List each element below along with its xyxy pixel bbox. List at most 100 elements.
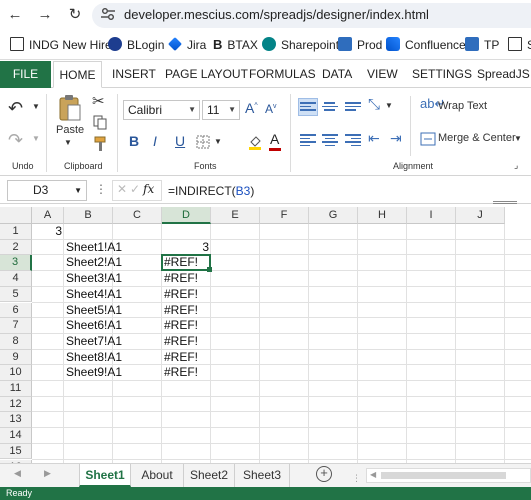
formula-input[interactable]: =INDIRECT(B3) [168,184,254,198]
row-header-14[interactable]: 14 [0,428,32,444]
font-size-select[interactable]: 11 ▼ [202,100,240,120]
align-middle-icon[interactable] [322,102,338,114]
format-painter-icon[interactable] [93,136,108,152]
cell-d7[interactable]: #REF! [162,318,211,334]
cell-b7[interactable]: Sheet6!A1 [64,318,122,334]
scrollbar-thumb[interactable] [381,472,506,479]
align-top-icon[interactable] [300,102,316,114]
column-header-b[interactable]: B [64,207,113,224]
decrease-font-size-icon[interactable]: Av [265,102,277,116]
orientation-dropdown-icon[interactable]: ▼ [385,101,393,110]
increase-font-size-icon[interactable]: A^ [245,100,258,116]
cut-icon[interactable]: ✂ [92,92,105,110]
row-header-13[interactable]: 13 [0,412,32,429]
column-header-h[interactable]: H [358,207,407,224]
undo-icon[interactable]: ↶ [8,98,23,119]
cell-d9[interactable]: #REF! [162,350,211,366]
cell-d5[interactable]: #REF! [162,287,211,303]
align-bottom-icon[interactable] [345,102,361,114]
row-header-4[interactable]: 4 [0,271,32,287]
row-header-2[interactable]: 2 [0,239,32,256]
underline-button[interactable]: U [175,133,185,149]
formula-bar-resize-handle[interactable] [493,201,517,204]
bookmark-btax[interactable]: B BTAX [213,37,258,53]
wrap-text-button[interactable]: Wrap Text [438,100,487,112]
reload-icon[interactable]: ↻ [66,6,84,24]
bookmark-jira[interactable]: Jira [168,37,206,53]
row-header-8[interactable]: 8 [0,333,32,350]
row-header-5[interactable]: 5 [0,286,32,303]
column-header-f[interactable]: F [260,207,309,224]
row-header-15[interactable]: 15 [0,443,32,460]
bookmark-blogin[interactable]: BLogin [108,37,164,53]
column-header-d[interactable]: D [162,207,211,224]
bookmark-prod[interactable]: Prod [338,37,382,53]
tab-spreadjs-designer[interactable]: SpreadJS De [477,61,531,88]
align-center-icon[interactable] [322,134,338,146]
cell-b3[interactable]: Sheet2!A1 [64,255,122,271]
column-header-g[interactable]: G [309,207,358,224]
sheet-tab-sheet3[interactable]: Sheet3 [235,464,290,487]
row-header-1[interactable]: 1 [0,224,32,240]
name-box[interactable]: D3 ▼ [7,180,87,201]
cell-b2[interactable]: Sheet1!A1 [64,240,122,256]
bookmark-sharepoint[interactable]: Sharepoint [262,37,339,53]
cell-d10[interactable]: #REF! [162,365,211,381]
spreadsheet-grid[interactable]: ABCDEFGHIJ123456789101112131415163Sheet1… [0,207,531,476]
row-header-12[interactable]: 12 [0,396,32,413]
tab-scroll-left-icon[interactable]: ◀ [14,468,21,479]
row-header-6[interactable]: 6 [0,302,32,319]
column-header-e[interactable]: E [211,207,260,224]
cell-d8[interactable]: #REF! [162,334,211,350]
tab-data[interactable]: DATA [322,61,352,88]
bookmark-confluence[interactable]: Confluence [386,37,466,53]
tab-view[interactable]: VIEW [367,61,398,88]
row-header-9[interactable]: 9 [0,349,32,366]
undo-dropdown-icon[interactable]: ▼ [32,102,40,111]
cell-b4[interactable]: Sheet3!A1 [64,271,122,287]
site-settings-icon[interactable] [100,6,116,22]
bookmark-tp[interactable]: TP [465,37,499,53]
sheet-tab-sheet2[interactable]: Sheet2 [184,464,235,487]
decrease-indent-icon[interactable]: ⇤ [368,130,380,147]
column-header-j[interactable]: J [456,207,505,224]
tab-home[interactable]: HOME [53,61,102,88]
merge-center-dropdown-icon[interactable]: ▼ [514,134,522,143]
column-header-c[interactable]: C [113,207,162,224]
merge-center-icon[interactable] [420,132,436,146]
alignment-dialog-launcher-icon[interactable]: ⌟ [514,160,518,171]
redo-icon[interactable]: ↷ [8,130,23,151]
orientation-icon[interactable]: ⤡ [368,96,380,113]
more-options-icon[interactable]: ⋮ [95,182,107,196]
borders-icon[interactable] [196,135,210,149]
horizontal-scrollbar[interactable]: ◀ [366,468,531,483]
insert-function-button[interactable]: fx [143,182,154,196]
row-header-7[interactable]: 7 [0,318,32,334]
paste-icon[interactable] [58,94,82,122]
increase-indent-icon[interactable]: ⇥ [390,130,402,147]
italic-button[interactable]: I [153,133,157,149]
bold-button[interactable]: B [129,133,139,149]
paste-dropdown-icon[interactable]: ▼ [64,138,72,147]
font-name-select[interactable]: Calibri ▼ [123,100,200,120]
cell-b9[interactable]: Sheet8!A1 [64,350,122,366]
cell-b10[interactable]: Sheet9!A1 [64,365,122,381]
confirm-icon[interactable]: ✓ [130,182,140,196]
fill-color-icon[interactable] [248,134,262,150]
align-right-icon[interactable] [345,134,361,146]
bookmark-s[interactable]: S [508,37,531,53]
add-sheet-icon[interactable]: + [316,466,332,482]
cell-a1[interactable]: 3 [32,224,64,240]
cell-d4[interactable]: #REF! [162,271,211,287]
cell-d6[interactable]: #REF! [162,303,211,319]
cell-b8[interactable]: Sheet7!A1 [64,334,122,350]
paste-button-label[interactable]: Paste [56,124,84,136]
cell-b6[interactable]: Sheet5!A1 [64,303,122,319]
fill-handle[interactable] [207,267,212,273]
select-all-corner[interactable] [0,207,32,224]
back-arrow-icon[interactable]: ← [6,6,24,24]
tab-settings[interactable]: SETTINGS [412,61,472,88]
merge-center-button[interactable]: Merge & Center [438,132,516,144]
cell-d2[interactable]: 3 [162,240,211,256]
cell-b5[interactable]: Sheet4!A1 [64,287,122,303]
